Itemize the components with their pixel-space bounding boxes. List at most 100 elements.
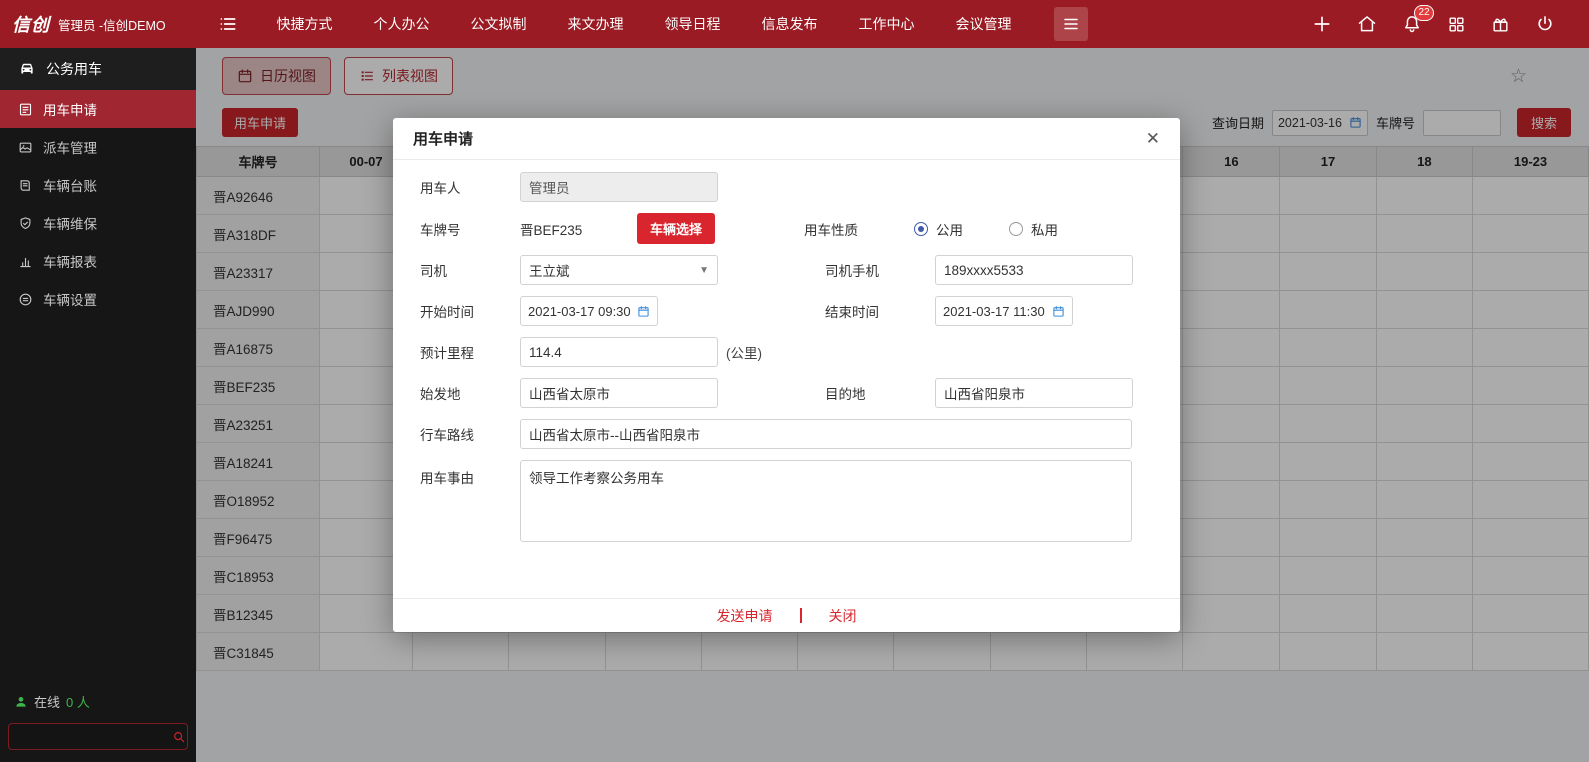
search-icon[interactable] (172, 730, 186, 744)
sidebar-item-label: 车辆设置 (43, 293, 97, 308)
radio-private-label: 私用 (1031, 222, 1059, 238)
form-row-times: 开始时间 2021-03-17 09:30 结束时间 2021-03-17 11… (420, 296, 1180, 326)
online-status: 在线 0 人 (0, 692, 196, 711)
start-time-label: 开始时间 (420, 305, 474, 320)
form-row-driver-phone: 司机 王立斌 ▼ 司机手机 (420, 255, 1180, 285)
dialog-body: 用车人 车牌号 晋BEF235 车辆选择 用车性质 公用 私用 司机 (393, 160, 1180, 598)
vehicle-request-dialog: 用车申请 ✕ 用车人 车牌号 晋BEF235 车辆选择 用车性质 公用 私用 (393, 118, 1180, 632)
plate-value: 晋BEF235 (520, 222, 583, 238)
close-icon[interactable]: ✕ (1146, 130, 1160, 147)
reason-field[interactable]: 领导工作考察公务用车 (520, 460, 1132, 542)
gift-icon[interactable] (1491, 15, 1510, 34)
sidebar: 公务用车 用车申请 派车管理 车辆台账 车辆维保 车辆报表 车辆设置 在线 0 … (0, 48, 196, 762)
calendar-icon (1052, 305, 1065, 318)
calendar-icon (637, 305, 650, 318)
dest-label: 目的地 (825, 387, 866, 402)
notifications-bell-icon[interactable]: 22 (1402, 5, 1434, 34)
sidebar-item-vehicle-reports[interactable]: 车辆报表 (0, 242, 196, 280)
user-label: 用车人 (420, 181, 461, 196)
sidebar-item-vehicle-request[interactable]: 用车申请 (0, 90, 196, 128)
driver-select[interactable]: 王立斌 ▼ (520, 255, 718, 285)
nav-item-work-center[interactable]: 工作中心 (838, 14, 935, 34)
reason-label: 用车事由 (420, 471, 474, 486)
topbar: 信创 管理员 -信创DEMO 快捷方式 个人办公 公文拟制 来文办理 领导日程 … (0, 0, 1589, 48)
form-row-origin-dest: 始发地 目的地 (420, 378, 1180, 408)
sidebar-item-label: 车辆报表 (43, 255, 97, 270)
nav-item-meeting-mgmt[interactable]: 会议管理 (935, 14, 1032, 34)
mileage-field[interactable] (520, 337, 718, 367)
sidebar-module-title[interactable]: 公务用车 (0, 48, 196, 90)
origin-label: 始发地 (420, 387, 461, 402)
dispatch-icon (18, 140, 33, 155)
dest-field[interactable] (935, 378, 1133, 408)
form-row-plate-nature: 车牌号 晋BEF235 车辆选择 用车性质 公用 私用 (420, 213, 1180, 244)
origin-field[interactable] (520, 378, 718, 408)
route-label: 行车路线 (420, 428, 474, 443)
maintenance-shield-icon (18, 216, 33, 231)
driver-value: 王立斌 (529, 264, 570, 279)
dialog-title: 用车申请 (413, 131, 474, 148)
car-icon (18, 60, 36, 78)
form-row-user: 用车人 (420, 172, 1180, 202)
sidebar-module-label: 公务用车 (46, 61, 102, 77)
sidebar-item-label: 车辆台账 (43, 179, 97, 194)
start-time-value: 2021-03-17 09:30 (528, 303, 631, 319)
send-request-button[interactable]: 发送申请 (717, 606, 773, 626)
more-menu-icon[interactable] (1054, 7, 1088, 41)
nav-item-personal-office[interactable]: 个人办公 (353, 14, 450, 34)
mileage-label: 预计里程 (420, 346, 474, 361)
person-icon (14, 695, 28, 709)
menu-toggle-icon[interactable] (218, 14, 238, 34)
nav-item-shortcuts[interactable]: 快捷方式 (256, 14, 353, 34)
topbar-actions: 22 (1312, 5, 1589, 34)
plate-label: 车牌号 (420, 222, 461, 238)
sidebar-item-vehicle-ledger[interactable]: 车辆台账 (0, 166, 196, 204)
form-row-mileage: 预计里程 (公里) (420, 337, 1180, 367)
end-time-label: 结束时间 (825, 305, 879, 320)
form-row-route: 行车路线 (420, 419, 1180, 449)
radio-unselected-dot (1009, 221, 1024, 236)
ledger-book-icon (18, 178, 33, 193)
sidebar-item-vehicle-maintenance[interactable]: 车辆维保 (0, 204, 196, 242)
nav-item-incoming-docs[interactable]: 来文办理 (547, 14, 644, 34)
radio-private[interactable]: 私用 (1009, 219, 1058, 239)
online-label: 在线 (34, 695, 61, 710)
current-user-label: 管理员 -信创DEMO (58, 18, 166, 33)
nav-item-document-draft[interactable]: 公文拟制 (450, 14, 547, 34)
notification-badge: 22 (1414, 5, 1434, 21)
radio-public-label: 公用 (936, 222, 964, 238)
sidebar-search-input[interactable] (17, 729, 172, 744)
home-icon[interactable] (1357, 14, 1377, 34)
radio-public[interactable]: 公用 (914, 219, 963, 239)
driver-label: 司机 (420, 264, 447, 279)
chevron-down-icon: ▼ (699, 264, 709, 276)
start-time-picker[interactable]: 2021-03-17 09:30 (520, 296, 658, 326)
dialog-footer: 发送申请 关闭 (393, 598, 1180, 632)
footer-divider (799, 608, 802, 623)
apps-grid-icon[interactable] (1447, 15, 1466, 34)
power-icon[interactable] (1535, 14, 1555, 34)
add-icon[interactable] (1312, 14, 1332, 34)
end-time-picker[interactable]: 2021-03-17 11:30 (935, 296, 1073, 326)
route-field[interactable] (520, 419, 1132, 449)
sidebar-bottom: 在线 0 人 (0, 692, 196, 750)
sidebar-item-label: 派车管理 (43, 141, 97, 156)
nav-item-leader-schedule[interactable]: 领导日程 (644, 14, 741, 34)
dialog-header: 用车申请 ✕ (393, 118, 1180, 160)
phone-label: 司机手机 (825, 264, 879, 279)
radio-selected-dot (914, 221, 929, 236)
mileage-unit: (公里) (726, 346, 762, 361)
sidebar-item-dispatch-mgmt[interactable]: 派车管理 (0, 128, 196, 166)
settings-icon (18, 292, 33, 307)
app-logo: 信创 (12, 15, 50, 35)
online-count: 0 人 (66, 695, 90, 710)
sidebar-item-vehicle-settings[interactable]: 车辆设置 (0, 280, 196, 318)
nav-item-info-publish[interactable]: 信息发布 (741, 14, 838, 34)
phone-field[interactable] (935, 255, 1133, 285)
user-field (520, 172, 718, 202)
form-row-reason: 用车事由 领导工作考察公务用车 (420, 460, 1180, 542)
close-button[interactable]: 关闭 (829, 606, 857, 626)
vehicle-select-button[interactable]: 车辆选择 (637, 213, 716, 244)
nature-label: 用车性质 (804, 222, 859, 238)
sidebar-search[interactable] (8, 723, 188, 750)
